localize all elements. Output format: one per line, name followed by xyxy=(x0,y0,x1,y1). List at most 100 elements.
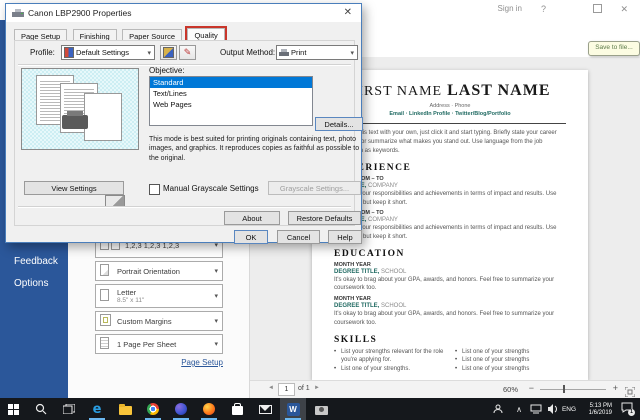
start-button[interactable] xyxy=(0,398,26,420)
objective-option-text-lines[interactable]: Text/Lines xyxy=(150,88,312,99)
maximize-button[interactable] xyxy=(593,4,602,15)
quality-preview-image xyxy=(21,68,139,150)
manual-grayscale-label: Manual Grayscale Settings xyxy=(163,184,259,193)
chevron-down-icon: ▾ xyxy=(214,341,218,348)
resume-heading-experience: EXPERIENCE xyxy=(334,163,412,173)
language-button[interactable]: ENG xyxy=(560,398,578,420)
file-explorer-button[interactable] xyxy=(112,398,138,420)
maximize-icon xyxy=(593,4,602,13)
sidebar-item-feedback[interactable]: Feedback xyxy=(14,256,58,267)
speaker-icon xyxy=(547,404,557,414)
resume-summary: Replace this text with your own, just cl… xyxy=(334,130,557,154)
resume-experience-entry: DATES FROM – TO JOB TITLE, COMPANY Descr… xyxy=(334,176,557,206)
profile-label: Profile: xyxy=(30,48,55,57)
dialog-titlebar[interactable]: Canon LBP2900 Properties ✕ xyxy=(6,4,361,22)
sign-in-button[interactable]: Sign in xyxy=(498,4,522,13)
edge-icon: e xyxy=(92,401,102,417)
margins-icon xyxy=(100,314,112,328)
add-profile-icon xyxy=(163,47,174,58)
resume-contact: Address · Phone xyxy=(429,103,471,109)
zoom-in-button[interactable]: + xyxy=(613,383,618,393)
task-view-icon xyxy=(63,404,75,414)
mode-description: This mode is best suited for printing or… xyxy=(149,136,360,162)
objective-option-standard[interactable]: Standard xyxy=(150,77,312,88)
restore-defaults-button[interactable]: Restore Defaults xyxy=(288,211,361,225)
details-button[interactable]: Details... xyxy=(315,117,363,131)
zoom-slider[interactable] xyxy=(540,385,606,393)
task-view-button[interactable] xyxy=(56,398,82,420)
view-settings-button[interactable]: View Settings xyxy=(24,181,124,195)
clock[interactable]: 5:13 PM 1/6/2019 xyxy=(578,398,612,420)
orientation-icon xyxy=(100,264,112,278)
resume-heading-skills: SKILLS xyxy=(334,334,378,345)
pages-per-sheet-icon xyxy=(100,337,112,351)
prev-page-button[interactable]: ◄ xyxy=(268,385,274,391)
output-method-dropdown[interactable]: Print ▾ xyxy=(276,45,358,60)
screen: Sign in ? ✕ Feedback Options 1,2,3 1,2,3… xyxy=(0,0,640,420)
ok-button[interactable]: OK xyxy=(234,230,268,244)
zoom-slider-thumb[interactable] xyxy=(563,385,565,393)
resume-skills: List your strengths relevant for the rol… xyxy=(334,348,566,374)
preview-bottom-bar: ◄ 1 of 1 ► 60% − + xyxy=(250,380,640,398)
orientation-dropdown[interactable]: Portrait Orientation ▾ xyxy=(95,261,223,281)
profile-dropdown[interactable]: Default Settings ▾ xyxy=(61,45,155,60)
network-button[interactable] xyxy=(528,398,544,420)
mail-icon xyxy=(258,404,272,414)
resume-divider xyxy=(334,123,566,124)
help-button[interactable]: Help xyxy=(328,230,362,244)
cancel-button[interactable]: Cancel xyxy=(277,230,320,244)
next-page-button[interactable]: ► xyxy=(314,385,320,391)
dialog-close-button[interactable]: ✕ xyxy=(344,7,352,18)
paper-size-dropdown[interactable]: Letter 8.5" x 11" ▾ xyxy=(95,284,223,308)
fit-page-icon xyxy=(624,386,636,398)
objective-option-web-pages[interactable]: Web Pages xyxy=(150,99,312,110)
edit-profile-button[interactable]: ✎ xyxy=(179,45,196,60)
firefox-orange-button[interactable] xyxy=(196,398,222,420)
profile-icon xyxy=(64,47,74,58)
page-number-input[interactable]: 1 xyxy=(278,383,295,396)
chevron-up-icon: ∧ xyxy=(516,404,522,414)
printer-properties-dialog: Canon LBP2900 Properties ✕ Page Setup Fi… xyxy=(5,3,363,244)
chrome-button[interactable] xyxy=(140,398,166,420)
firefox-button[interactable] xyxy=(168,398,194,420)
file-explorer-icon xyxy=(118,403,132,415)
store-button[interactable] xyxy=(224,398,250,420)
word-button[interactable]: W xyxy=(280,398,306,420)
photos-button[interactable] xyxy=(308,398,334,420)
pages-per-sheet-dropdown[interactable]: 1 Page Per Sheet ▾ xyxy=(95,334,223,354)
help-button[interactable]: ? xyxy=(541,4,546,14)
volume-button[interactable] xyxy=(545,398,561,420)
action-center-button[interactable]: 1 xyxy=(618,398,636,420)
chrome-icon xyxy=(147,403,159,415)
chevron-down-icon: ▾ xyxy=(147,49,151,57)
photos-icon xyxy=(314,405,328,415)
edit-profile-icon: ✎ xyxy=(183,47,192,57)
resume-experience-entry: DATES FROM – TO JOB TITLE, COMPANY Descr… xyxy=(334,210,557,241)
about-button[interactable]: About xyxy=(224,211,280,225)
page-setup-link[interactable]: Page Setup xyxy=(95,358,223,367)
network-icon xyxy=(530,404,542,414)
edge-button[interactable]: e xyxy=(84,398,110,420)
close-button[interactable]: ✕ xyxy=(620,4,628,15)
sidebar-item-options[interactable]: Options xyxy=(14,278,48,289)
add-profile-button[interactable] xyxy=(160,45,177,60)
resume-name: FIRST NAME LAST NAME xyxy=(349,82,551,99)
start-icon xyxy=(7,403,19,415)
manual-grayscale-checkbox[interactable] xyxy=(149,184,160,195)
search-button[interactable] xyxy=(28,398,54,420)
hidden-icons-button[interactable]: ∧ xyxy=(512,398,526,420)
resume-education-entry: MONTH YEAR DEGREE TITLE, SCHOOL It's oka… xyxy=(334,261,555,292)
objective-listbox[interactable]: Standard Text/Lines Web Pages xyxy=(149,76,313,126)
people-icon xyxy=(493,404,503,414)
mail-button[interactable] xyxy=(252,398,278,420)
firefox-orange-icon xyxy=(203,403,215,415)
margins-dropdown[interactable]: Custom Margins ▾ xyxy=(95,311,223,331)
zoom-out-button[interactable]: − xyxy=(529,383,534,393)
clock-time: 5:13 PM xyxy=(589,402,612,409)
output-method-label: Output Method: xyxy=(220,48,276,57)
clock-date: 1/6/2019 xyxy=(588,409,612,416)
people-button[interactable] xyxy=(490,398,506,420)
search-icon xyxy=(35,403,47,415)
printer-icon xyxy=(12,9,24,17)
grayscale-settings-button: Grayscale Settings... xyxy=(268,181,361,195)
